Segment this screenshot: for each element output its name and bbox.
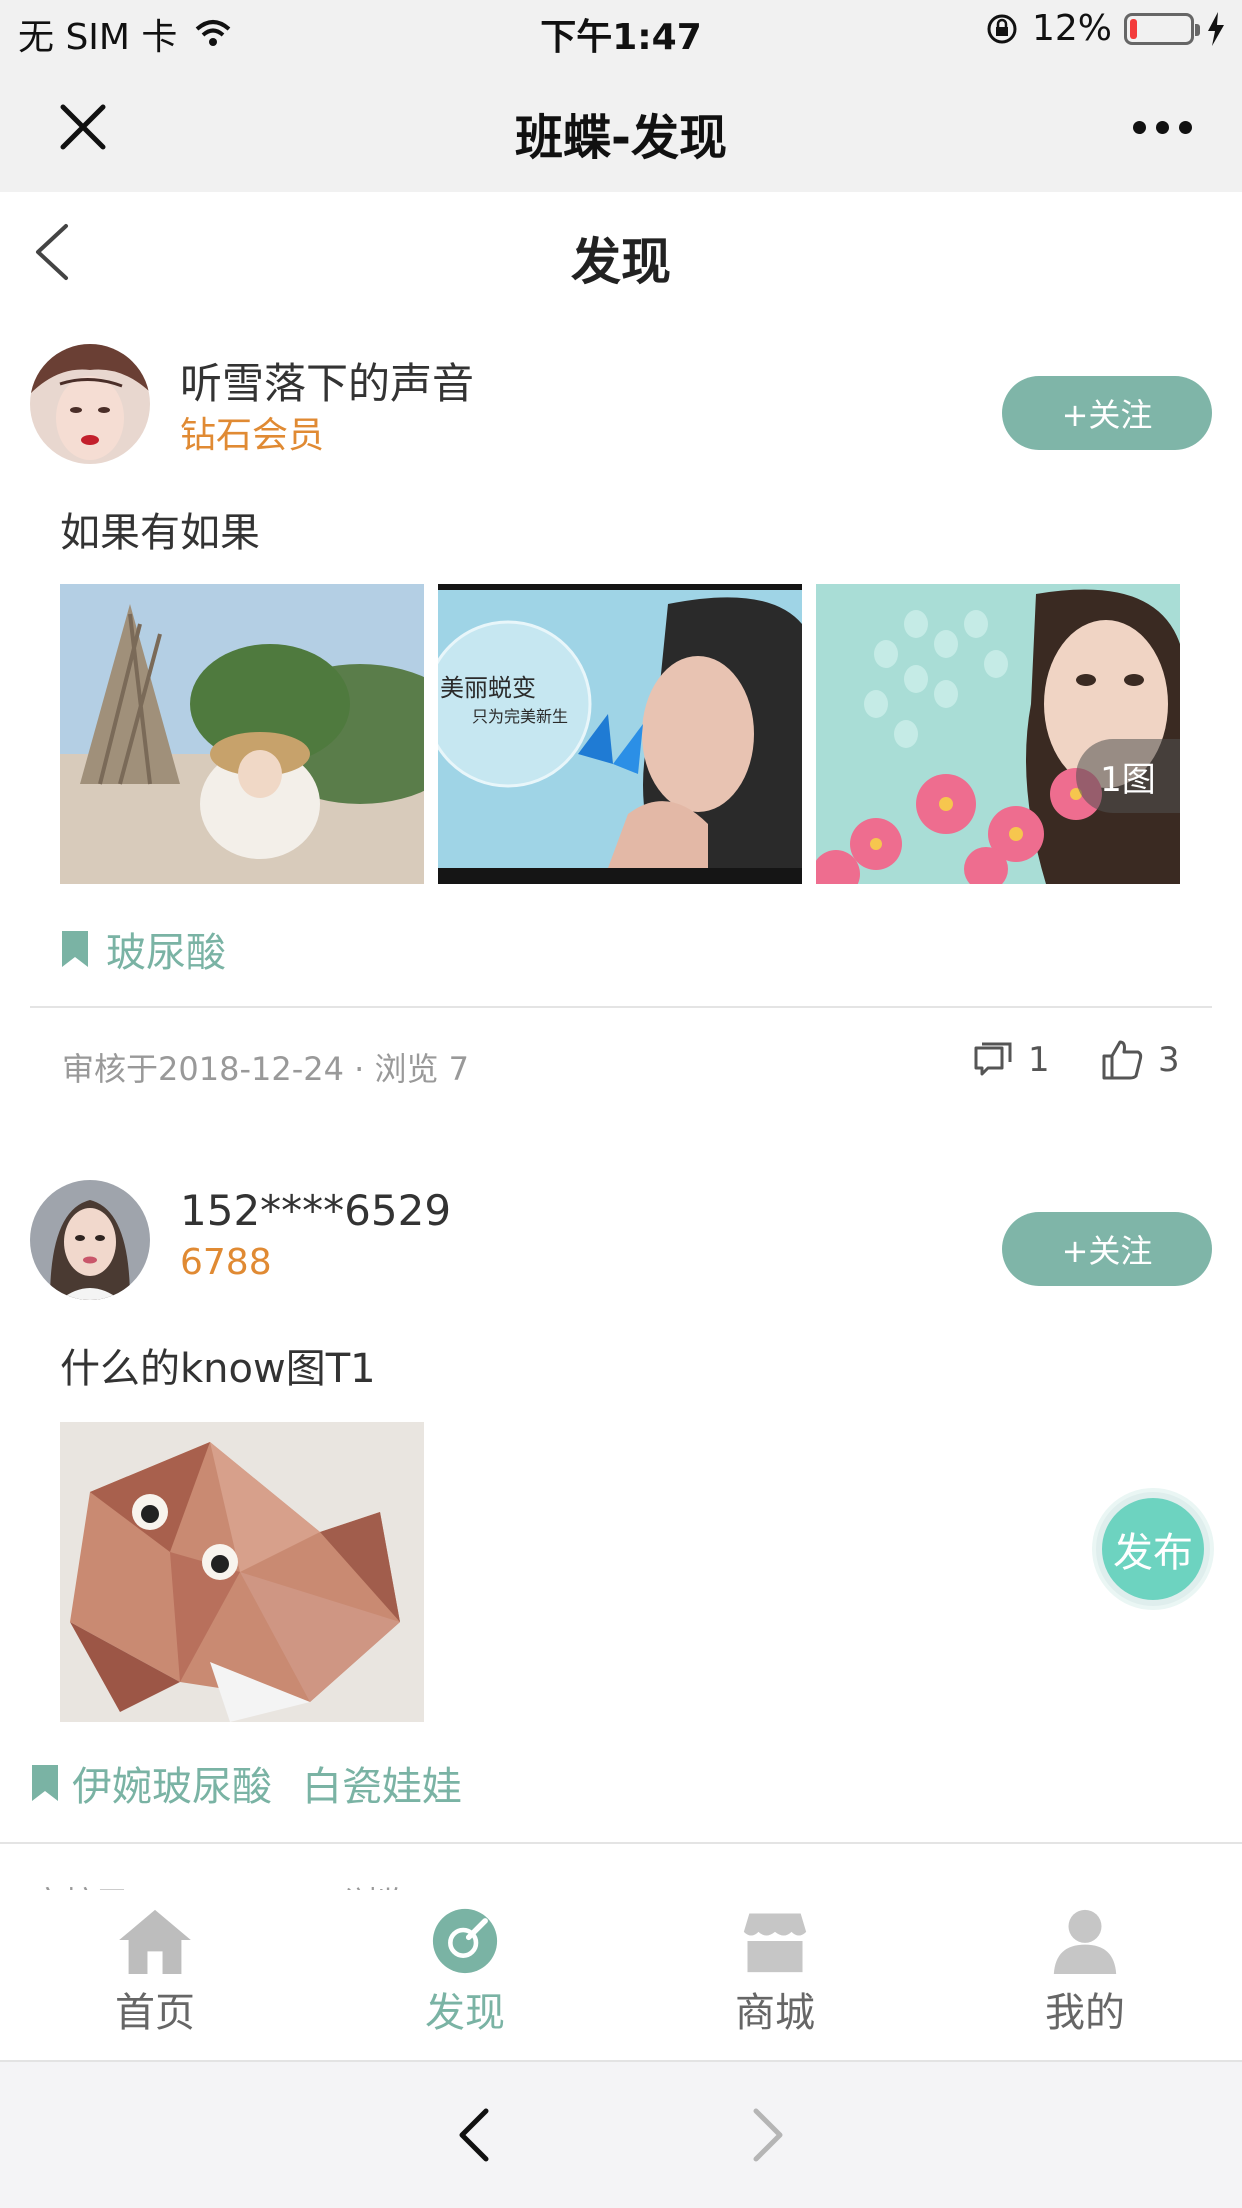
thumbs-up-icon bbox=[1102, 1040, 1143, 1080]
overlay-caption: 美丽蜕变 bbox=[440, 674, 536, 702]
back-button[interactable] bbox=[22, 214, 82, 290]
like-count: 3 bbox=[1158, 1040, 1180, 1080]
follow-button[interactable]: +关注 bbox=[1002, 1212, 1212, 1286]
post-image[interactable]: 美丽蜕变 只为完美新生 bbox=[438, 584, 802, 884]
charging-icon bbox=[1208, 11, 1224, 46]
follow-button[interactable]: +关注 bbox=[1002, 376, 1212, 450]
tag-list: 玻尿酸 bbox=[62, 920, 226, 978]
post-image[interactable] bbox=[60, 1422, 424, 1722]
post-card: 152****6529 6788 +关注 什么的know图T1 伊婉玻尿酸 白瓷… bbox=[0, 1148, 1242, 1922]
tab-label: 首页 bbox=[115, 1990, 195, 2036]
bookmark-icon bbox=[32, 1765, 58, 1801]
tag-label: 伊婉玻尿酸 bbox=[72, 1764, 272, 1810]
carrier-label: 无 SIM 卡 bbox=[18, 17, 178, 58]
divider bbox=[0, 1842, 1242, 1844]
page-title: 发现 bbox=[571, 233, 671, 291]
close-icon bbox=[60, 104, 106, 150]
chevron-left-icon bbox=[36, 224, 68, 280]
bookmark-icon bbox=[62, 931, 88, 967]
avatar[interactable] bbox=[30, 344, 150, 464]
wechat-title: 班蝶-发现 bbox=[515, 110, 727, 166]
status-right: 12% bbox=[984, 8, 1226, 49]
post-card: 听雪落下的声音 钻石会员 +关注 如果有如果 美丽蜕变 只为完美新生 1图 玻尿… bbox=[0, 312, 1242, 1112]
battery-icon bbox=[1124, 12, 1200, 45]
post-text: 什么的know图T1 bbox=[60, 1346, 376, 1392]
tab-label: 发现 bbox=[425, 1990, 505, 2036]
close-button[interactable] bbox=[40, 94, 126, 160]
browser-back-button[interactable] bbox=[440, 2102, 506, 2168]
more-icon bbox=[1132, 120, 1146, 134]
browser-forward-button[interactable] bbox=[736, 2102, 802, 2168]
like-button[interactable]: 3 bbox=[1100, 1038, 1180, 1082]
battery-percent: 12% bbox=[1031, 8, 1112, 49]
comment-icon bbox=[974, 1042, 1012, 1076]
tab-mine[interactable]: 我的 bbox=[930, 1908, 1240, 2038]
home-icon bbox=[119, 1909, 191, 1974]
more-button[interactable] bbox=[1122, 100, 1202, 154]
username[interactable]: 听雪落下的声音 bbox=[180, 350, 474, 411]
tag-item[interactable]: 白瓷娃娃 bbox=[302, 1754, 462, 1812]
tag-item[interactable]: 伊婉玻尿酸 bbox=[32, 1754, 272, 1812]
post-text: 如果有如果 bbox=[60, 510, 260, 556]
publish-button[interactable]: 发布 bbox=[1096, 1492, 1210, 1606]
store-icon bbox=[743, 1913, 807, 1973]
member-level: 6788 bbox=[180, 1242, 272, 1283]
tab-label: 商城 bbox=[735, 1990, 815, 2036]
tag-item[interactable]: 玻尿酸 bbox=[62, 920, 226, 978]
post-meta: 审核于2018-12-24 · 浏览 7 bbox=[62, 1050, 470, 1088]
tag-list: 伊婉玻尿酸 白瓷娃娃 bbox=[32, 1754, 462, 1812]
chevron-right-icon bbox=[753, 2108, 783, 2162]
tab-store[interactable]: 商城 bbox=[620, 1908, 930, 2038]
user-icon bbox=[1053, 1909, 1117, 1974]
status-bar: 无 SIM 卡 下午1:47 12% bbox=[0, 0, 1242, 62]
wechat-nav-bar: 班蝶-发现 bbox=[0, 62, 1242, 192]
avatar[interactable] bbox=[30, 1180, 150, 1300]
post-image[interactable] bbox=[60, 584, 424, 884]
divider bbox=[30, 1006, 1212, 1008]
chevron-left-icon bbox=[459, 2108, 489, 2162]
image-count-badge: 1图 bbox=[1076, 739, 1180, 813]
tab-bar: 首页 发现 商城 我的 bbox=[0, 1890, 1242, 2060]
comment-button[interactable]: 1 bbox=[972, 1040, 1050, 1080]
rotation-lock-icon bbox=[987, 14, 1017, 43]
wifi-icon bbox=[196, 20, 231, 46]
post-image[interactable]: 1图 bbox=[816, 584, 1180, 884]
tab-label: 我的 bbox=[1045, 1990, 1125, 2036]
overlay-subcaption: 只为完美新生 bbox=[472, 707, 568, 726]
member-level: 钻石会员 bbox=[180, 415, 325, 456]
tag-label: 玻尿酸 bbox=[106, 930, 226, 976]
tab-discover[interactable]: 发现 bbox=[310, 1908, 620, 2038]
browser-toolbar bbox=[0, 2060, 1242, 2208]
username[interactable]: 152****6529 bbox=[180, 1186, 451, 1235]
tab-home[interactable]: 首页 bbox=[0, 1908, 310, 2038]
status-left: 无 SIM 卡 bbox=[18, 8, 233, 60]
comment-count: 1 bbox=[1028, 1040, 1050, 1080]
page-header: 发现 bbox=[0, 192, 1242, 312]
compass-icon bbox=[432, 1908, 498, 1974]
